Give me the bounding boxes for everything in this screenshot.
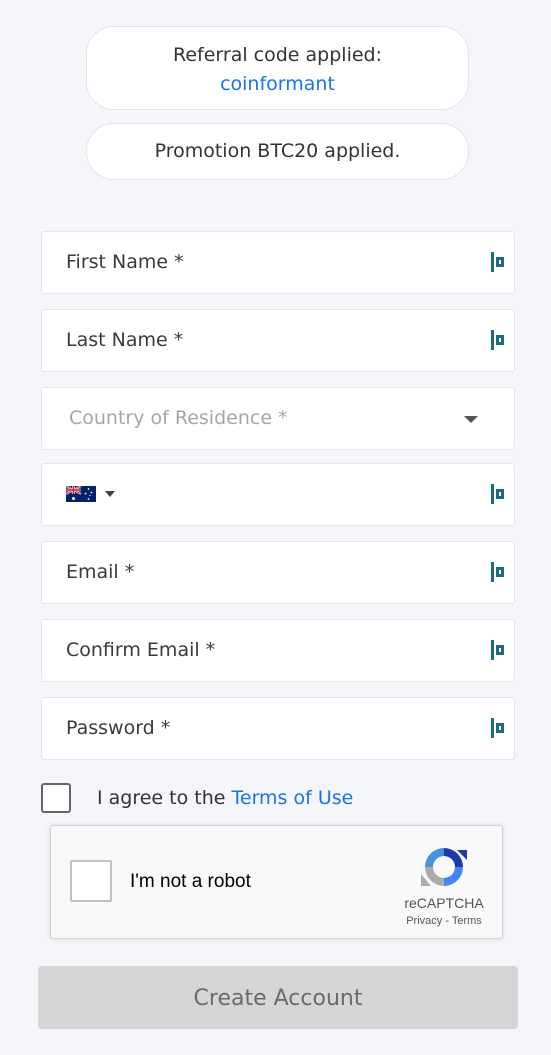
lastpass-autofill-icon[interactable]	[490, 252, 506, 272]
recaptcha-links: Privacy - Terms	[396, 915, 492, 927]
terms-of-use-link[interactable]: Terms of Use	[232, 787, 354, 809]
terms-label: I agree to the Terms of Use	[97, 785, 353, 811]
lastpass-autofill-icon[interactable]	[490, 718, 506, 738]
terms-checkbox[interactable]	[41, 783, 71, 813]
phone-field[interactable]	[41, 463, 515, 526]
recaptcha-label: I'm not a robot	[130, 871, 251, 892]
lastpass-autofill-icon[interactable]	[490, 484, 506, 504]
confirm-email-field[interactable]: Confirm Email *	[41, 619, 515, 682]
first-name-placeholder: First Name *	[66, 251, 184, 273]
lastpass-autofill-icon[interactable]	[490, 640, 506, 660]
country-select[interactable]: Country of Residence *	[41, 387, 515, 450]
recaptcha-checkbox[interactable]	[70, 860, 112, 902]
referral-text: Referral code applied:	[173, 44, 382, 66]
last-name-field[interactable]: Last Name *	[41, 309, 515, 372]
country-placeholder: Country of Residence *	[69, 407, 288, 429]
recaptcha-terms-link[interactable]: Terms	[452, 915, 482, 927]
password-placeholder: Password *	[66, 717, 171, 739]
australia-flag-icon[interactable]	[66, 486, 96, 502]
first-name-field[interactable]: First Name *	[41, 231, 515, 294]
promotion-banner: Promotion BTC20 applied.	[86, 123, 469, 180]
lastpass-autofill-icon[interactable]	[490, 562, 506, 582]
last-name-placeholder: Last Name *	[66, 329, 184, 351]
recaptcha-logo-icon	[421, 848, 467, 886]
recaptcha-separator: -	[442, 915, 452, 927]
password-field[interactable]: Password *	[41, 697, 515, 760]
recaptcha-widget: I'm not a robot reCAPTCHA Privacy - Term…	[50, 825, 503, 939]
confirm-email-placeholder: Confirm Email *	[66, 639, 216, 661]
referral-code: coinformant	[220, 73, 335, 95]
chevron-down-icon	[464, 416, 478, 423]
promotion-text: Promotion BTC20 applied.	[154, 140, 401, 162]
recaptcha-brand: reCAPTCHA	[404, 895, 484, 911]
terms-prefix: I agree to the	[97, 787, 232, 809]
email-placeholder: Email *	[66, 561, 135, 583]
create-account-button[interactable]: Create Account	[38, 966, 518, 1029]
caret-down-icon[interactable]	[105, 491, 115, 497]
referral-banner: Referral code applied: coinformant	[86, 26, 469, 110]
email-field[interactable]: Email *	[41, 541, 515, 604]
recaptcha-privacy-link[interactable]: Privacy	[406, 915, 442, 927]
lastpass-autofill-icon[interactable]	[490, 330, 506, 350]
